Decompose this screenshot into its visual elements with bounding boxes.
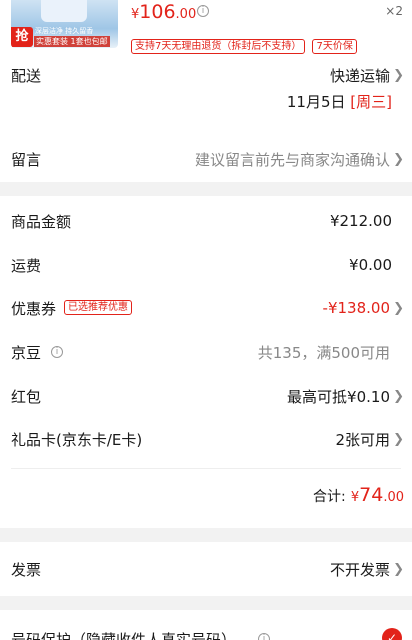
- total-label: 合计:: [313, 489, 346, 505]
- summary-card: 商品金额 ¥212.00 运费 ¥0.00 优惠券 已选推荐优惠 -¥138.0…: [0, 196, 412, 528]
- thumb-subcaption: 深层洁净 持久留香: [35, 27, 94, 35]
- jingdou-row[interactable]: 京豆 i 共135，满500可用: [0, 337, 412, 367]
- amount-value: ¥212.00: [329, 212, 392, 230]
- price-dec: .00: [175, 7, 197, 22]
- amount-label: 商品金额: [11, 212, 72, 231]
- price-info-icon[interactable]: i: [197, 5, 209, 17]
- invoice-value: 不开发票: [329, 560, 390, 579]
- delivery-card: 配送 快递运输 ❯ 11月5日 [周三] 留言 建议留言前先与商家沟通确认 ❯: [0, 54, 412, 182]
- delivery-date[interactable]: 11月5日 [周三]: [287, 91, 392, 112]
- delivery-row[interactable]: 配送 快递运输 ❯: [0, 60, 412, 90]
- giftcard-value: 2张可用: [335, 430, 390, 449]
- quantity: ×2: [385, 4, 403, 18]
- thumb-caption: 实惠套装 1套也包邮: [34, 36, 110, 47]
- total-int: 74: [359, 484, 384, 506]
- coupon-row[interactable]: 优惠券 已选推荐优惠 -¥138.00 ❯: [0, 293, 412, 323]
- coupon-label: 优惠券: [11, 299, 57, 318]
- hongbao-label: 红包: [11, 387, 42, 406]
- total-dec: .00: [383, 490, 404, 505]
- invoice-card: 发票 不开发票 ❯: [0, 542, 412, 596]
- return-policy-tag: 支持7天无理由退货（拆封后不支持）: [131, 39, 306, 54]
- summary-divider: [11, 468, 401, 469]
- amount-row: 商品金额 ¥212.00: [0, 206, 412, 236]
- delivery-method: 快递运输: [329, 66, 390, 85]
- chevron-right-icon: ❯: [393, 300, 404, 316]
- chevron-right-icon: ❯: [393, 67, 404, 83]
- product-image-bottle: [41, 0, 87, 22]
- giftcard-row[interactable]: 礼品卡(京东卡/E卡) 2张可用 ❯: [0, 424, 412, 454]
- flash-badge: 抢: [11, 27, 33, 47]
- product-card: 抢 深层洁净 持久留香 实惠套装 1套也包邮 ¥106.00 i ×2 支持7天…: [0, 0, 412, 54]
- hongbao-row[interactable]: 红包 最高可抵¥0.10 ❯: [0, 381, 412, 411]
- privacy-checked-icon[interactable]: ✓: [382, 628, 402, 640]
- price-int: 106: [139, 1, 176, 23]
- coupon-value: -¥138.00: [322, 299, 390, 317]
- jingdou-info-icon[interactable]: i: [51, 346, 63, 358]
- privacy-info-icon[interactable]: i: [258, 633, 270, 640]
- product-tags: 支持7天无理由退货（拆封后不支持） 7天价保: [131, 34, 357, 54]
- total-symbol: ¥: [350, 490, 360, 505]
- privacy-label: 号码保护（隐藏收件人真实号码）: [11, 630, 237, 640]
- jingdou-label: 京豆: [11, 343, 42, 362]
- shipping-label: 运费: [11, 256, 42, 275]
- giftcard-label: 礼品卡(京东卡/E卡): [11, 430, 143, 449]
- chevron-right-icon: ❯: [393, 388, 404, 404]
- price-protect-tag: 7天价保: [312, 39, 357, 54]
- delivery-date-text: 11月5日: [286, 93, 346, 111]
- privacy-row[interactable]: 号码保护（隐藏收件人真实号码） i ✓: [0, 624, 412, 640]
- hongbao-value: 最高可抵¥0.10: [287, 387, 390, 406]
- jingdou-value: 共135，满500可用: [257, 343, 390, 362]
- shipping-row: 运费 ¥0.00: [0, 250, 412, 280]
- chevron-right-icon: ❯: [393, 561, 404, 577]
- product-price: ¥106.00: [131, 1, 196, 23]
- delivery-weekday: [周三]: [350, 93, 392, 111]
- delivery-label: 配送: [11, 66, 42, 85]
- total-row: 合计: ¥74.00: [313, 484, 404, 506]
- invoice-row[interactable]: 发票 不开发票 ❯: [0, 554, 412, 584]
- note-label: 留言: [11, 150, 42, 169]
- chevron-right-icon: ❯: [393, 431, 404, 447]
- chevron-right-icon: ❯: [393, 151, 404, 167]
- coupon-tag: 已选推荐优惠: [64, 300, 132, 315]
- product-thumbnail[interactable]: 抢 深层洁净 持久留香 实惠套装 1套也包邮: [11, 0, 118, 48]
- invoice-label: 发票: [11, 560, 42, 579]
- note-row[interactable]: 留言 建议留言前先与商家沟通确认 ❯: [0, 144, 412, 174]
- shipping-value: ¥0.00: [349, 256, 392, 274]
- note-placeholder: 建议留言前先与商家沟通确认: [194, 150, 390, 169]
- privacy-card: 号码保护（隐藏收件人真实号码） i ✓: [0, 610, 412, 640]
